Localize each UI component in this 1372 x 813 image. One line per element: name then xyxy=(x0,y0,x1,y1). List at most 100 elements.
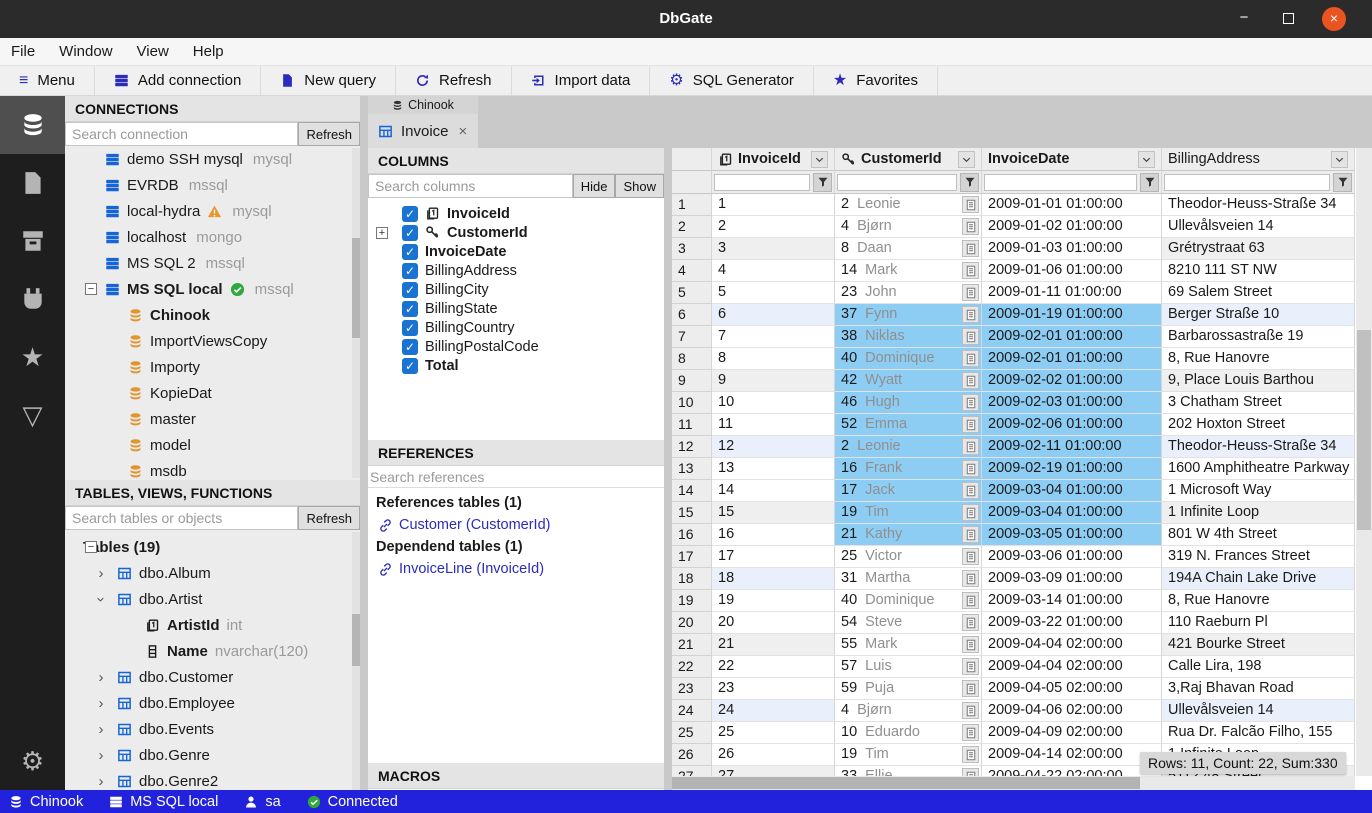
table-item[interactable]: ›dbo.Genre xyxy=(65,742,360,768)
invoiceid-cell[interactable]: 4 xyxy=(712,260,835,282)
open-detail-button[interactable] xyxy=(962,658,979,675)
billingaddress-cell[interactable]: 202 Hoxton Street xyxy=(1162,414,1355,436)
collapse-icon[interactable]: − xyxy=(85,541,97,553)
close-button[interactable]: × xyxy=(1322,7,1346,31)
filter-button[interactable] xyxy=(1140,173,1159,192)
row-number-cell[interactable]: 8 xyxy=(672,348,712,370)
filter-input[interactable] xyxy=(984,174,1137,191)
invoicedate-cell[interactable]: 2009-03-05 01:00:00 xyxy=(982,524,1162,546)
open-detail-button[interactable] xyxy=(962,504,979,521)
invoiceid-cell[interactable]: 14 xyxy=(712,480,835,502)
chevron-down-icon[interactable]: › xyxy=(93,593,110,605)
invoicedate-cell[interactable]: 2009-01-03 01:00:00 xyxy=(982,238,1162,260)
checkbox-checked[interactable]: ✓ xyxy=(402,301,418,317)
invoiceid-cell[interactable]: 12 xyxy=(712,436,835,458)
filter-button[interactable] xyxy=(960,173,979,192)
grid-vertical-scrollbar[interactable] xyxy=(1356,148,1372,776)
open-detail-button[interactable] xyxy=(962,328,979,345)
grid-horizontal-scrollbar[interactable] xyxy=(672,776,1355,790)
invoiceid-cell[interactable]: 26 xyxy=(712,744,835,766)
open-detail-button[interactable] xyxy=(962,702,979,719)
row-number-cell[interactable]: 13 xyxy=(672,458,712,480)
invoiceid-cell[interactable]: 19 xyxy=(712,590,835,612)
customerid-cell[interactable]: 19 Tim xyxy=(835,744,982,766)
database-item[interactable]: ImportViewsCopy xyxy=(65,328,360,354)
invoicedate-cell[interactable]: 2009-03-04 01:00:00 xyxy=(982,480,1162,502)
filter-button[interactable] xyxy=(813,173,832,192)
invoiceid-cell[interactable]: 9 xyxy=(712,370,835,392)
show-button[interactable]: Show xyxy=(615,174,664,198)
refresh-button[interactable]: Refresh xyxy=(396,66,512,95)
open-detail-button[interactable] xyxy=(962,240,979,257)
sql-generator-button[interactable]: ⚙SQL Generator xyxy=(650,66,814,95)
customerid-cell[interactable]: 23 John xyxy=(835,282,982,304)
table-item[interactable]: ›dbo.Genre2 xyxy=(65,768,360,790)
invoiceid-cell[interactable]: 25 xyxy=(712,722,835,744)
database-item[interactable]: Chinook xyxy=(65,302,360,328)
column-checkbox-item[interactable]: ✓ BillingAddress xyxy=(368,261,664,280)
connection-item[interactable]: MS SQL 2mssql xyxy=(65,250,360,276)
open-detail-button[interactable] xyxy=(962,284,979,301)
menu-window[interactable]: Window xyxy=(59,43,112,60)
row-number-cell[interactable]: 15 xyxy=(672,502,712,524)
connection-item[interactable]: localhostmongo xyxy=(65,224,360,250)
checkbox-checked[interactable]: ✓ xyxy=(402,206,418,222)
invoicedate-cell[interactable]: 2009-04-04 02:00:00 xyxy=(982,634,1162,656)
invoicedate-cell[interactable]: 2009-02-06 01:00:00 xyxy=(982,414,1162,436)
row-number-cell[interactable]: 17 xyxy=(672,546,712,568)
open-detail-button[interactable] xyxy=(962,460,979,477)
open-detail-button[interactable] xyxy=(962,372,979,389)
table-item[interactable]: ›dbo.Customer xyxy=(65,664,360,690)
invoicedate-cell[interactable]: 2009-03-14 01:00:00 xyxy=(982,590,1162,612)
settings-button[interactable]: ⚙ xyxy=(0,732,65,790)
column-checkbox-item[interactable]: ✓ BillingCountry xyxy=(368,318,664,337)
invoiceid-cell[interactable]: 24 xyxy=(712,700,835,722)
invoiceid-cell[interactable]: 13 xyxy=(712,458,835,480)
billingaddress-cell[interactable]: Theodor-Heuss-Straße 34 xyxy=(1162,436,1355,458)
column-checkbox-item[interactable]: ✓ BillingState xyxy=(368,299,664,318)
open-detail-button[interactable] xyxy=(962,548,979,565)
invoiceid-cell[interactable]: 6 xyxy=(712,304,835,326)
row-number-cell[interactable]: 25 xyxy=(672,722,712,744)
billingaddress-cell[interactable]: 1 Microsoft Way xyxy=(1162,480,1355,502)
column-menu-button[interactable] xyxy=(1138,151,1155,168)
open-detail-button[interactable] xyxy=(962,614,979,631)
rail-plugins-tab[interactable] xyxy=(0,270,65,328)
database-item[interactable]: KopieDat xyxy=(65,380,360,406)
open-detail-button[interactable] xyxy=(962,746,979,763)
customerid-cell[interactable]: 16 Frank xyxy=(835,458,982,480)
checkbox-checked[interactable]: ✓ xyxy=(402,244,418,260)
checkbox-checked[interactable]: ✓ xyxy=(402,339,418,355)
open-detail-button[interactable] xyxy=(962,394,979,411)
invoiceid-cell[interactable]: 22 xyxy=(712,656,835,678)
invoicedate-cell[interactable]: 2009-01-02 01:00:00 xyxy=(982,216,1162,238)
checkbox-checked[interactable]: ✓ xyxy=(402,358,418,374)
filter-input[interactable] xyxy=(1164,174,1330,191)
chevron-right-icon[interactable]: › xyxy=(95,773,107,790)
billingaddress-cell[interactable]: 319 N. Frances Street xyxy=(1162,546,1355,568)
open-detail-button[interactable] xyxy=(962,218,979,235)
billingaddress-cell[interactable]: 8, Rue Hanovre xyxy=(1162,590,1355,612)
customerid-cell[interactable]: 25 Victor xyxy=(835,546,982,568)
row-number-cell[interactable]: 16 xyxy=(672,524,712,546)
invoicedate-cell[interactable]: 2009-02-01 01:00:00 xyxy=(982,348,1162,370)
invoiceid-cell[interactable]: 10 xyxy=(712,392,835,414)
tables-search-input[interactable] xyxy=(65,506,298,530)
chevron-right-icon[interactable]: › xyxy=(95,565,107,582)
import-data-button[interactable]: Import data xyxy=(512,66,651,95)
billingaddress-cell[interactable]: 3,Raj Bhavan Road xyxy=(1162,678,1355,700)
invoicedate-cell[interactable]: 2009-04-04 02:00:00 xyxy=(982,656,1162,678)
columns-search-input[interactable] xyxy=(368,174,573,198)
customerid-cell[interactable]: 17 Jack xyxy=(835,480,982,502)
open-detail-button[interactable] xyxy=(962,636,979,653)
invoiceid-cell[interactable]: 16 xyxy=(712,524,835,546)
table-item-expanded[interactable]: ›dbo.Artist xyxy=(65,586,360,612)
database-item[interactable]: Importy xyxy=(65,354,360,380)
customerid-cell[interactable]: 42 Wyatt xyxy=(835,370,982,392)
billingaddress-cell[interactable]: 9, Place Louis Barthou xyxy=(1162,370,1355,392)
row-number-cell[interactable]: 7 xyxy=(672,326,712,348)
connection-item-expanded[interactable]: −MS SQL localmssql xyxy=(65,276,360,302)
checkbox-checked[interactable]: ✓ xyxy=(402,320,418,336)
column-header-invoiceid[interactable]: InvoiceId xyxy=(712,148,835,171)
billingaddress-cell[interactable]: 1 Infinite Loop xyxy=(1162,502,1355,524)
